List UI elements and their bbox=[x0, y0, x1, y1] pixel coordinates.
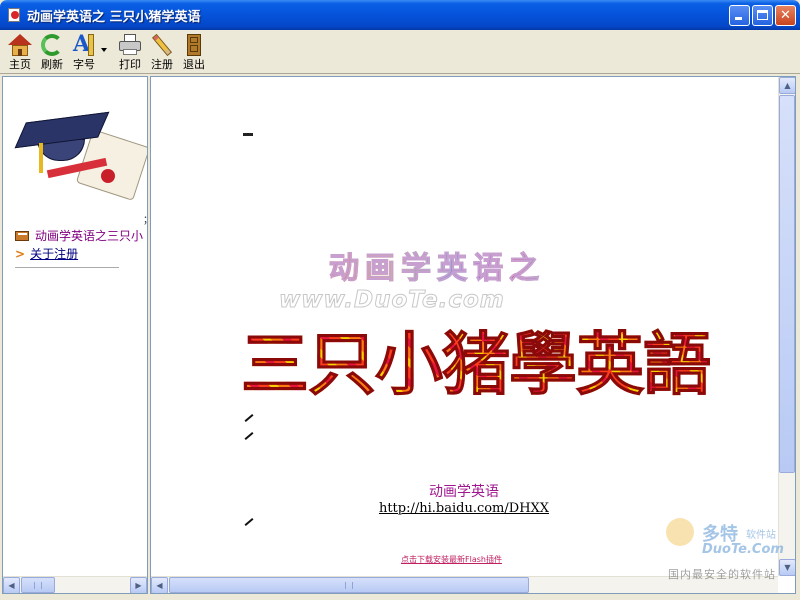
home-label: 主页 bbox=[9, 58, 31, 71]
sidebar-tick-mark: ； bbox=[143, 211, 147, 226]
exit-button[interactable]: 退出 bbox=[178, 30, 210, 72]
print-button[interactable]: 打印 bbox=[114, 30, 146, 72]
watermark-brand-small: 软件站 bbox=[746, 530, 776, 541]
decorative-mark bbox=[243, 133, 253, 136]
arrow-up-icon: ▲ bbox=[784, 81, 791, 90]
watermark-slogan: 国内最安全的软件站 bbox=[668, 568, 776, 581]
maximize-icon bbox=[757, 10, 768, 20]
font-size-label: 字号 bbox=[73, 58, 95, 71]
font-size-button[interactable]: A 字号 bbox=[68, 30, 100, 72]
sidebar-item-lesson[interactable]: 动画学英语之三只小 bbox=[15, 227, 143, 244]
flash-download-link[interactable]: 点击下载安装最新Flash插件 bbox=[401, 554, 502, 565]
toolbar: 主页 刷新 A 字号 打印 注册 退出 bbox=[0, 30, 800, 74]
content-vertical-scrollbar[interactable]: ▲ ▼ bbox=[778, 77, 795, 576]
minimize-icon bbox=[735, 17, 742, 20]
sidebar-item-label: 动画学英语之三只小 bbox=[35, 229, 144, 243]
door-icon bbox=[181, 33, 207, 56]
exit-label: 退出 bbox=[183, 58, 205, 71]
sidebar-horizontal-scrollbar[interactable]: ◀ ▶ bbox=[3, 576, 147, 593]
refresh-label: 刷新 bbox=[41, 58, 63, 71]
window-title: 动画学英语之 三只小猪学英语 bbox=[27, 9, 201, 25]
register-button[interactable]: 注册 bbox=[146, 30, 178, 72]
arrow-right-icon: ▶ bbox=[135, 581, 142, 590]
corner-watermark: 多特 软件站 DuoTe.Com 国内最安全的软件站 bbox=[662, 516, 794, 586]
print-label: 打印 bbox=[119, 58, 141, 71]
bullet-arrow-icon: > bbox=[15, 246, 26, 261]
close-button[interactable]: ✕ bbox=[775, 5, 796, 26]
home-button[interactable]: 主页 bbox=[4, 30, 36, 72]
sidebar-scroll-left-button[interactable]: ◀ bbox=[3, 577, 20, 593]
font-size-icon: A bbox=[71, 31, 97, 57]
arrow-left-icon: ◀ bbox=[8, 581, 15, 590]
pencil-mark bbox=[244, 432, 254, 440]
refresh-icon bbox=[39, 33, 65, 56]
content-horizontal-scroll-thumb[interactable] bbox=[169, 577, 529, 593]
content-scroll-up-button[interactable]: ▲ bbox=[779, 77, 795, 94]
pencil-mark bbox=[244, 414, 254, 422]
graduation-cap-icon bbox=[14, 109, 147, 204]
sidebar-scroll-right-button[interactable]: ▶ bbox=[130, 577, 147, 593]
minimize-button[interactable] bbox=[729, 5, 750, 26]
title-bar[interactable]: 动画学英语之 三只小猪学英语 ✕ bbox=[0, 0, 800, 30]
banner-title: 三只小猪學英語 bbox=[240, 309, 711, 408]
pencil-icon bbox=[149, 33, 175, 57]
banner-subtitle: 动画学英语之 bbox=[329, 243, 545, 287]
sidebar-item-label: 关于注册 bbox=[30, 247, 79, 261]
sidebar-item-about-register[interactable]: > 关于注册 bbox=[15, 245, 78, 262]
pencil-mark bbox=[244, 518, 254, 526]
refresh-button[interactable]: 刷新 bbox=[36, 30, 68, 72]
close-icon: ✕ bbox=[780, 8, 791, 23]
home-icon bbox=[7, 33, 33, 56]
footer-title: 动画学英语 bbox=[429, 484, 499, 500]
sidebar-scroll-thumb[interactable] bbox=[21, 577, 55, 593]
sidebar-divider bbox=[15, 267, 119, 268]
watermark-logo-icon bbox=[666, 518, 694, 546]
arrow-left-icon: ◀ bbox=[156, 581, 163, 590]
footer-url-link[interactable]: http://hi.baidu.com/DHXX bbox=[151, 501, 777, 516]
register-label: 注册 bbox=[151, 58, 173, 71]
watermark-domain: DuoTe.Com bbox=[702, 542, 784, 557]
content-vertical-scroll-thumb[interactable] bbox=[779, 95, 795, 473]
app-icon[interactable] bbox=[6, 7, 22, 23]
book-icon bbox=[15, 230, 29, 241]
content-scroll-left-button[interactable]: ◀ bbox=[151, 577, 168, 593]
font-size-dropdown-arrow-icon[interactable] bbox=[100, 30, 108, 72]
sidebar: ； 动画学英语之三只小 > 关于注册 ◀ ▶ bbox=[2, 76, 148, 594]
maximize-button[interactable] bbox=[752, 5, 773, 26]
printer-icon bbox=[117, 33, 143, 55]
